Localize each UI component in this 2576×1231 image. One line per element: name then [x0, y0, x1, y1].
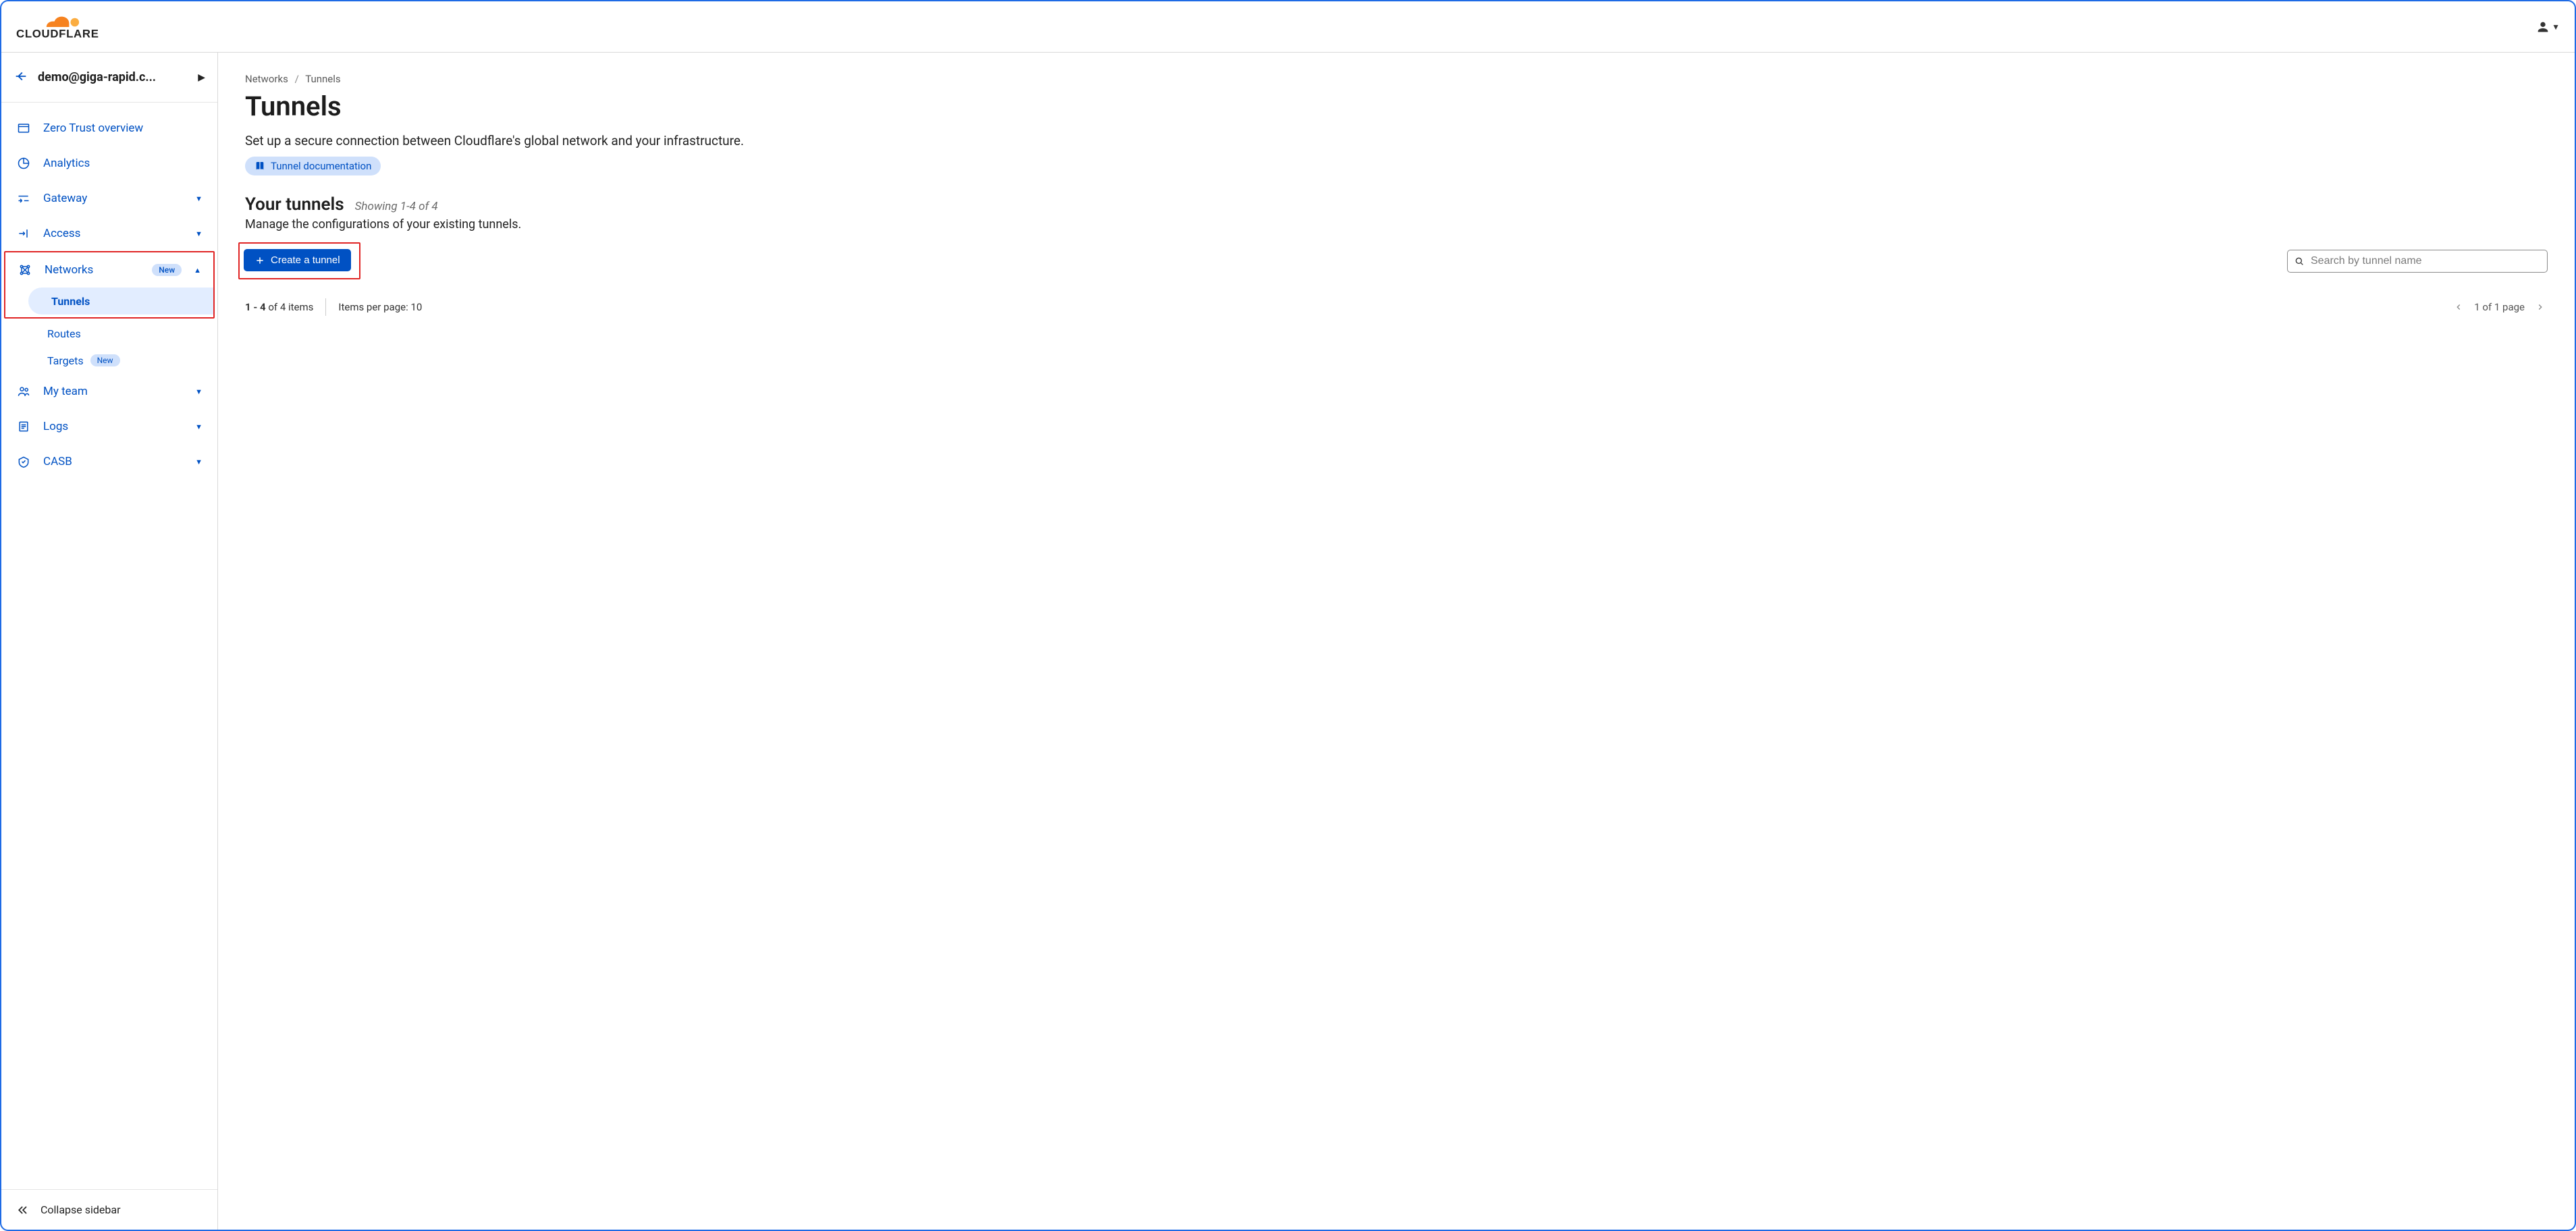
chevrons-left-icon — [16, 1203, 30, 1217]
items-per-page[interactable]: Items per page: 10 — [338, 301, 422, 313]
breadcrumb-separator: / — [295, 73, 299, 85]
caret-down-icon: ▼ — [195, 422, 203, 431]
collapse-sidebar[interactable]: Collapse sidebar — [1, 1189, 217, 1230]
chevron-right-icon — [2535, 302, 2545, 312]
page-indicator: 1 of 1 page — [2474, 301, 2525, 313]
page-lead: Set up a secure connection between Cloud… — [245, 133, 2548, 148]
back-arrow-icon — [14, 69, 28, 86]
nav-zero-trust-overview[interactable]: Zero Trust overview — [1, 111, 217, 146]
nav-gateway[interactable]: Gateway ▼ — [1, 181, 217, 216]
cloudflare-logo-icon: CLOUDFLARE — [16, 13, 111, 41]
create-tunnel-button[interactable]: Create a tunnel — [244, 249, 351, 271]
caret-down-icon: ▼ — [195, 194, 203, 203]
networks-icon — [18, 263, 32, 277]
sidebar-nav: Zero Trust overview Analytics Gateway ▼ … — [1, 103, 217, 1189]
plus-icon — [254, 255, 265, 266]
gateway-icon — [16, 191, 31, 206]
chevron-left-icon — [2454, 302, 2463, 312]
window-icon — [16, 121, 31, 136]
access-icon — [16, 226, 31, 241]
breadcrumb-tunnels[interactable]: Tunnels — [305, 73, 340, 85]
nav-analytics[interactable]: Analytics — [1, 146, 217, 181]
breadcrumb: Networks / Tunnels — [245, 73, 2548, 85]
page-title: Tunnels — [245, 90, 2548, 122]
your-tunnels-section: Your tunnels Showing 1-4 of 4 Manage the… — [245, 194, 2548, 316]
pagination: 1 - 4 of 4 items Items per page: 10 1 of… — [245, 298, 2548, 316]
team-icon — [16, 384, 31, 399]
search-tunnel-input[interactable] — [2287, 250, 2548, 273]
nav-logs[interactable]: Logs ▼ — [1, 409, 217, 444]
section-showing: Showing 1-4 of 4 — [355, 200, 438, 213]
subnav-targets[interactable]: Targets New — [24, 347, 217, 374]
caret-down-icon: ▼ — [195, 458, 203, 466]
new-badge: New — [152, 264, 182, 276]
main-content: Networks / Tunnels Tunnels Set up a secu… — [218, 53, 2575, 1230]
account-switcher[interactable]: demo@giga-rapid.c... ▶ — [1, 53, 217, 103]
logs-icon — [16, 419, 31, 434]
brand-logo[interactable]: CLOUDFLARE — [16, 13, 111, 41]
search-icon — [2294, 256, 2305, 267]
caret-down-icon: ▼ — [195, 387, 203, 396]
nav-networks[interactable]: Networks New ▲ — [5, 252, 213, 288]
networks-subnav: Tunnels — [5, 288, 213, 314]
user-icon — [2535, 20, 2550, 34]
subnav-tunnels[interactable]: Tunnels — [28, 288, 213, 314]
section-desc: Manage the configurations of your existi… — [245, 217, 2548, 231]
nav-access[interactable]: Access ▼ — [1, 216, 217, 251]
next-page-button[interactable] — [2533, 300, 2548, 314]
nav-networks-group-highlight: Networks New ▲ Tunnels — [4, 251, 215, 319]
svg-text:CLOUDFLARE: CLOUDFLARE — [16, 27, 99, 40]
sidebar: demo@giga-rapid.c... ▶ Zero Trust overvi… — [1, 53, 218, 1230]
pie-chart-icon — [16, 156, 31, 171]
topbar: CLOUDFLARE ▼ — [1, 1, 2575, 53]
divider — [325, 298, 326, 316]
caret-down-icon: ▼ — [2552, 22, 2560, 32]
new-badge: New — [90, 354, 120, 366]
book-icon — [254, 161, 265, 171]
tunnel-documentation-link[interactable]: Tunnel documentation — [245, 157, 381, 175]
account-label: demo@giga-rapid.c... — [38, 70, 188, 84]
actions-row: Create a tunnel — [245, 242, 2548, 279]
nav-my-team[interactable]: My team ▼ — [1, 374, 217, 409]
chevron-right-icon: ▶ — [198, 72, 205, 83]
user-menu[interactable]: ▼ — [2535, 20, 2560, 34]
nav-casb[interactable]: CASB ▼ — [1, 444, 217, 479]
caret-down-icon: ▼ — [195, 229, 203, 238]
search-wrap — [2287, 250, 2548, 273]
section-heading: Your tunnels — [245, 194, 344, 215]
networks-subnav-rest: Routes Targets New — [1, 320, 217, 374]
subnav-routes[interactable]: Routes — [24, 320, 217, 347]
breadcrumb-networks[interactable]: Networks — [245, 73, 288, 85]
prev-page-button[interactable] — [2451, 300, 2466, 314]
casb-icon — [16, 454, 31, 469]
caret-up-icon: ▲ — [194, 266, 201, 275]
create-tunnel-highlight: Create a tunnel — [238, 242, 360, 279]
pagination-range: 1 - 4 of 4 items — [245, 301, 313, 313]
